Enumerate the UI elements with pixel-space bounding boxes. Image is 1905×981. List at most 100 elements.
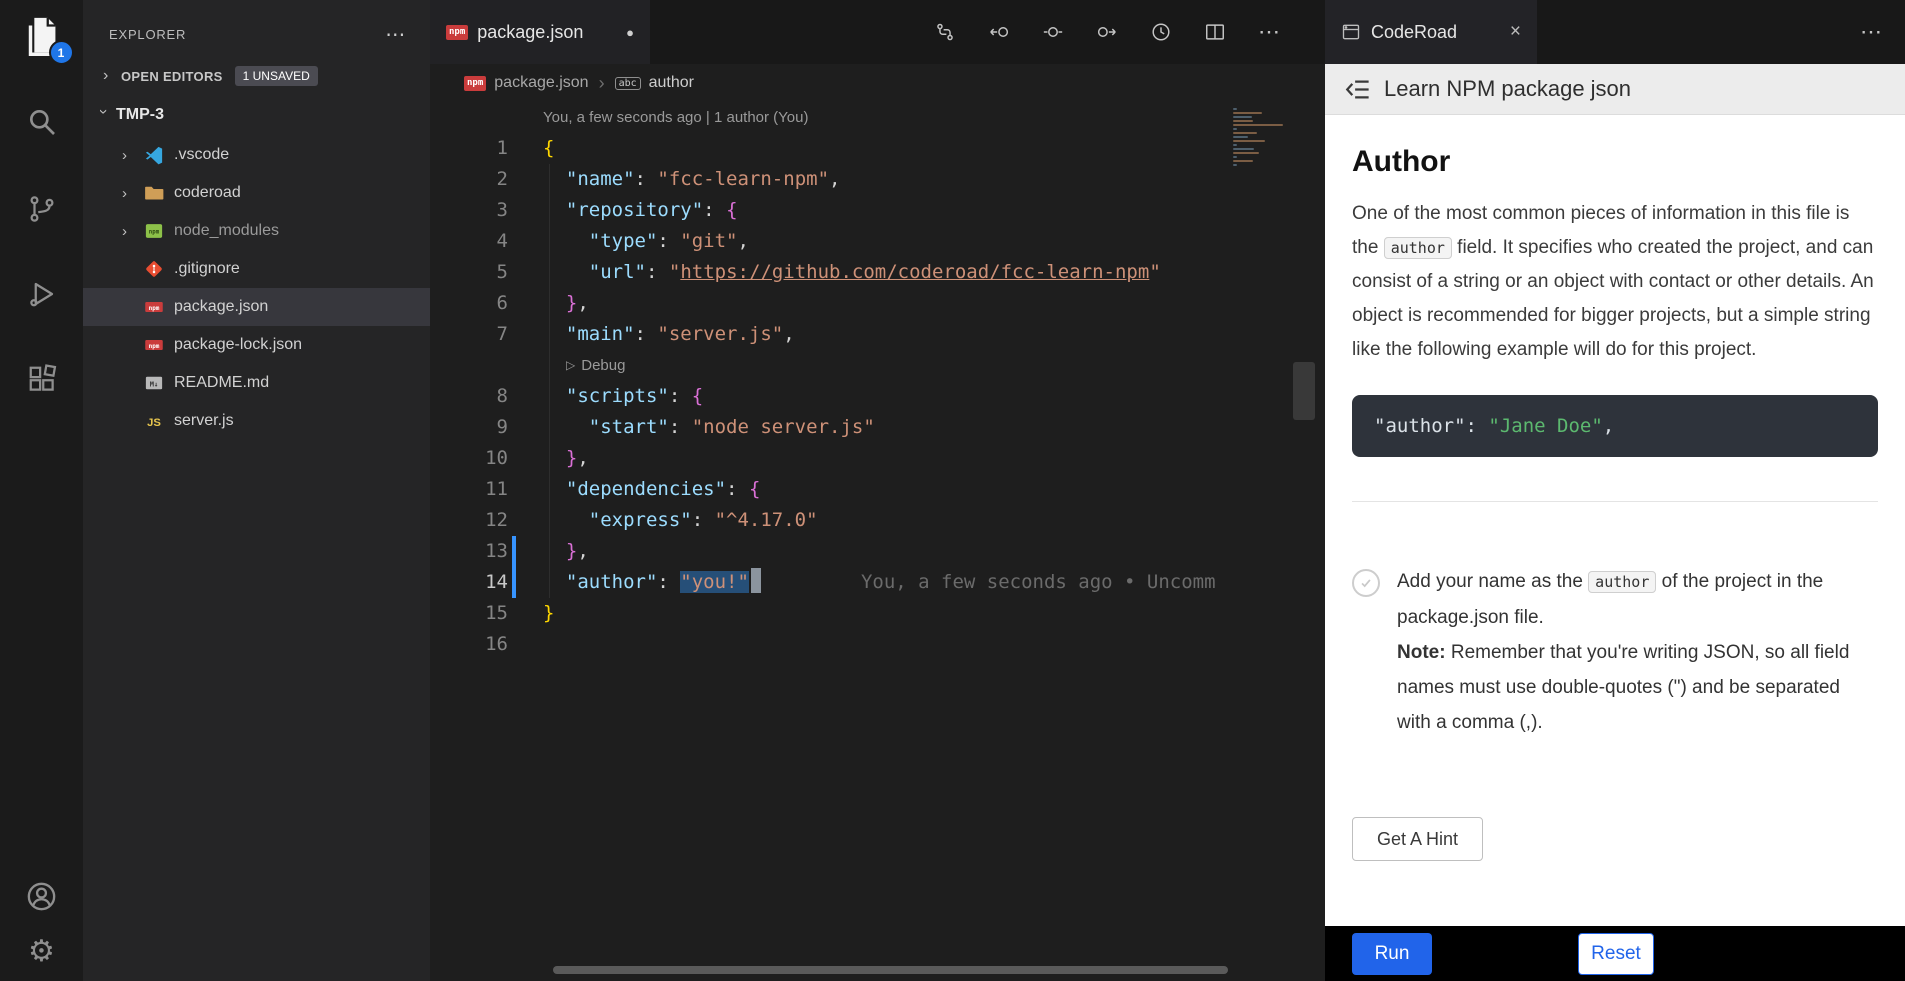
line-number: 13	[430, 536, 508, 567]
breadcrumb-symbol[interactable]: author	[649, 74, 694, 92]
activity-bar: 1 ⚙	[0, 0, 83, 981]
source-control-icon[interactable]	[27, 194, 57, 224]
line-number: 3	[430, 195, 508, 226]
lesson-intro: One of the most common pieces of informa…	[1352, 197, 1878, 367]
code-line-1[interactable]: 1{	[430, 133, 1233, 164]
code-line-14[interactable]: 14 "author": "you!"You, a few seconds ag…	[430, 567, 1233, 598]
tab-coderoad[interactable]: CodeRoad ×	[1325, 0, 1537, 64]
settings-gear-icon[interactable]: ⚙	[28, 937, 55, 967]
scrollbar-thumb-horizontal[interactable]	[553, 966, 1228, 974]
code-line-15[interactable]: 15}	[430, 598, 1233, 629]
sidebar-header: EXPLORER ⋯	[83, 0, 430, 58]
workspace-name: TMP-3	[116, 106, 164, 124]
chevron-down-icon: ›	[94, 109, 112, 121]
md-file-icon: M↓	[144, 373, 169, 393]
code-text: }	[508, 598, 554, 629]
run-button[interactable]: Run	[1352, 933, 1432, 975]
file-item-package.json[interactable]: npmpackage.json	[83, 288, 430, 326]
code-text: "main": "server.js",	[508, 319, 795, 350]
code-line-13[interactable]: 13 },	[430, 536, 1233, 567]
code-line-9[interactable]: 9 "start": "node server.js"	[430, 412, 1233, 443]
line-number: 1	[430, 133, 508, 164]
file-item-package-lock.json[interactable]: npmpackage-lock.json	[83, 326, 430, 364]
npm-icon: npm	[464, 76, 486, 91]
tab-package-json[interactable]: npm package.json ●	[430, 0, 650, 64]
code-editor[interactable]: You, a few seconds ago | 1 author (You) …	[430, 102, 1233, 962]
explorer-icon[interactable]: 1	[15, 10, 69, 64]
lesson-title: Learn NPM package json	[1384, 76, 1631, 102]
file-item-.gitignore[interactable]: .gitignore	[83, 250, 430, 288]
file-item-node_modules[interactable]: ›npmnode_modules	[83, 212, 430, 250]
file-item-.vscode[interactable]: ›.vscode	[83, 136, 430, 174]
code-text: },	[508, 288, 589, 319]
open-editors-section[interactable]: › OPEN EDITORS 1 UNSAVED	[83, 58, 430, 94]
code-line-2[interactable]: 2 "name": "fcc-learn-npm",	[430, 164, 1233, 195]
code-line-12[interactable]: 12 "express": "^4.17.0"	[430, 505, 1233, 536]
lesson-header: Learn NPM package json	[1325, 64, 1905, 115]
close-tab-icon[interactable]: ×	[1510, 21, 1521, 43]
compare-changes-icon[interactable]	[934, 21, 956, 43]
file-label: package-lock.json	[174, 336, 302, 354]
line-number: 9	[430, 412, 508, 443]
code-line-5[interactable]: 5 "url": "https://github.com/coderoad/fc…	[430, 257, 1233, 288]
next-change-icon[interactable]	[1096, 21, 1118, 43]
split-editor-icon[interactable]	[1204, 21, 1226, 43]
code-line-10[interactable]: 10 },	[430, 443, 1233, 474]
timeline-icon[interactable]	[1150, 21, 1172, 43]
dirty-indicator-icon: ●	[626, 25, 634, 40]
scrollbar-thumb-vertical[interactable]	[1293, 362, 1315, 420]
chevron-separator-icon: ›	[599, 73, 605, 94]
modified-line-marker	[512, 536, 516, 567]
code-text: },	[508, 443, 589, 474]
breadcrumb-file[interactable]: package.json	[494, 74, 588, 92]
minimap[interactable]	[1233, 102, 1290, 172]
line-number: 11	[430, 474, 508, 505]
vscode-file-icon	[144, 145, 169, 165]
code-line-6[interactable]: 6 },	[430, 288, 1233, 319]
task-item: Add your name as the author of the proje…	[1352, 564, 1878, 740]
code-text: },	[508, 536, 589, 567]
get-hint-button[interactable]: Get A Hint	[1352, 817, 1483, 861]
code-line-16[interactable]: 16	[430, 629, 1233, 660]
code-line-7[interactable]: 7 "main": "server.js",	[430, 319, 1233, 350]
codelens-row: You, a few seconds ago | 1 author (You)	[430, 102, 1233, 133]
code-line-3[interactable]: 3 "repository": {	[430, 195, 1233, 226]
example-code: "author": "Jane Doe",	[1352, 395, 1878, 457]
js-file-icon: JS	[144, 411, 169, 431]
code-line-8[interactable]: 8 "scripts": {	[430, 381, 1233, 412]
line-number: 8	[430, 381, 508, 412]
svg-text:npm: npm	[149, 229, 160, 235]
account-icon[interactable]	[25, 880, 58, 913]
workspace-root[interactable]: › TMP-3	[83, 94, 430, 136]
extensions-icon[interactable]	[27, 364, 57, 394]
unsaved-badge: 1 UNSAVED	[235, 66, 318, 86]
code-line-4[interactable]: 4 "type": "git",	[430, 226, 1233, 257]
npm-icon: npm	[446, 25, 468, 40]
task-check-icon	[1352, 569, 1380, 597]
inline-code-chip: author	[1588, 571, 1656, 593]
previous-change-icon[interactable]	[988, 21, 1010, 43]
run-and-debug-icon[interactable]	[27, 279, 57, 309]
unchanged-region-icon[interactable]	[1042, 21, 1064, 43]
reset-button[interactable]: Reset	[1578, 933, 1654, 975]
code-line-11[interactable]: 11 "dependencies": {	[430, 474, 1233, 505]
vscode-window: 1 ⚙ EXPLORER ⋯ › OPEN EDITORS 1 UNSAVED	[0, 0, 1905, 981]
line-number: 4	[430, 226, 508, 257]
chevron-right-icon: ›	[122, 147, 144, 164]
open-editors-label: OPEN EDITORS	[121, 69, 223, 84]
file-label: node_modules	[174, 222, 279, 240]
file-item-coderoad[interactable]: ›coderoad	[83, 174, 430, 212]
codelens-annotation[interactable]: You, a few seconds ago | 1 author (You)	[508, 102, 808, 133]
chevron-right-icon: ›	[103, 67, 115, 85]
back-to-lessons-icon[interactable]	[1345, 76, 1372, 103]
code-text: "type": "git",	[508, 226, 749, 257]
file-item-README.md[interactable]: M↓ README.md	[83, 364, 430, 402]
search-icon[interactable]	[26, 106, 58, 138]
file-item-server.js[interactable]: JSserver.js	[83, 402, 430, 440]
debug-codelens[interactable]: ▷Debug	[508, 350, 625, 381]
more-actions-icon[interactable]: ⋯	[1258, 19, 1281, 45]
modified-line-marker	[512, 567, 516, 598]
panel-more-actions-icon[interactable]: ⋯	[1860, 19, 1883, 45]
explorer-more-actions-icon[interactable]: ⋯	[385, 22, 406, 47]
file-label: README.md	[174, 374, 269, 392]
